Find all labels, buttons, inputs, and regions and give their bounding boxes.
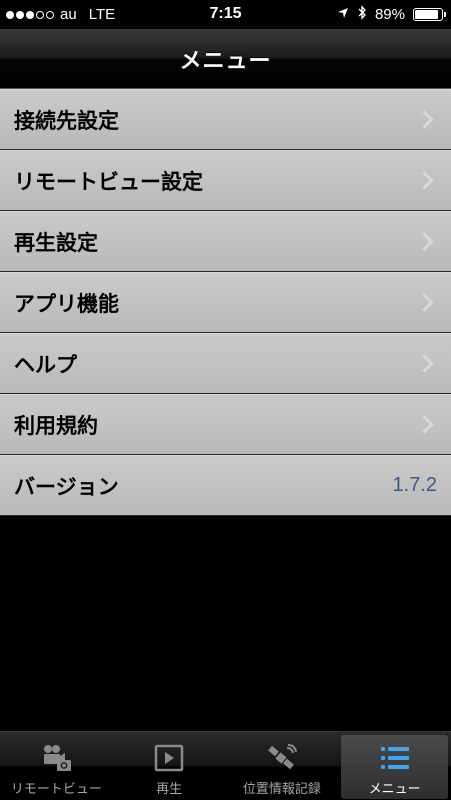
menu-item-label: 接続先設定 <box>14 108 119 133</box>
battery-percent: 89% <box>374 6 405 23</box>
chevron-right-icon <box>415 354 434 373</box>
location-arrow-icon <box>337 6 349 23</box>
menu-item-remote-view-settings[interactable]: リモートビュー設定 <box>0 150 451 211</box>
satellite-icon <box>267 744 297 772</box>
navigation-bar: メニュー <box>0 29 451 89</box>
tab-label: 位置情報記録 <box>242 782 321 797</box>
tab-playback[interactable]: 再生 <box>113 732 226 800</box>
version-value: 1.7.2 <box>392 474 437 496</box>
menu-item-help[interactable]: ヘルプ <box>0 333 451 394</box>
chevron-right-icon <box>415 415 434 434</box>
tab-menu[interactable]: メニュー <box>338 732 451 800</box>
chevron-right-icon <box>415 171 434 190</box>
list-icon <box>380 744 410 772</box>
menu-item-label: 利用規約 <box>14 413 98 438</box>
tab-bar: リモートビュー 再生 位置情報記録 メニュー <box>0 731 451 800</box>
menu-item-label: バージョン <box>14 474 119 499</box>
menu-item-connection-settings[interactable]: 接続先設定 <box>0 89 451 150</box>
menu-item-playback-settings[interactable]: 再生設定 <box>0 211 451 272</box>
tab-location-log[interactable]: 位置情報記録 <box>226 732 339 800</box>
tab-remote-view[interactable]: リモートビュー <box>0 732 113 800</box>
tab-label: メニュー <box>368 782 421 797</box>
menu-item-label: 再生設定 <box>14 230 98 255</box>
chevron-right-icon <box>415 232 434 251</box>
menu-item-app-features[interactable]: アプリ機能 <box>0 272 451 333</box>
menu-item-version: バージョン 1.7.2 <box>0 455 451 516</box>
bluetooth-icon <box>357 5 367 24</box>
tab-label: リモートビュー <box>10 782 102 797</box>
tab-label: 再生 <box>156 782 183 797</box>
chevron-right-icon <box>415 110 434 129</box>
menu-item-label: ヘルプ <box>14 352 77 377</box>
status-right: 89% <box>337 5 446 24</box>
camera-icon <box>41 744 72 772</box>
status-bar: au LTE 7:15 89% <box>0 0 451 29</box>
menu-item-terms-of-use[interactable]: 利用規約 <box>0 394 451 455</box>
page-title: メニュー <box>179 48 272 74</box>
menu-item-label: リモートビュー設定 <box>14 169 203 194</box>
battery-icon <box>413 8 446 21</box>
menu-item-label: アプリ機能 <box>14 291 119 316</box>
chevron-right-icon <box>415 293 434 312</box>
play-icon <box>154 744 184 772</box>
menu-list: 接続先設定 リモートビュー設定 再生設定 アプリ機能 ヘルプ 利用規約 バージョ… <box>0 89 451 516</box>
